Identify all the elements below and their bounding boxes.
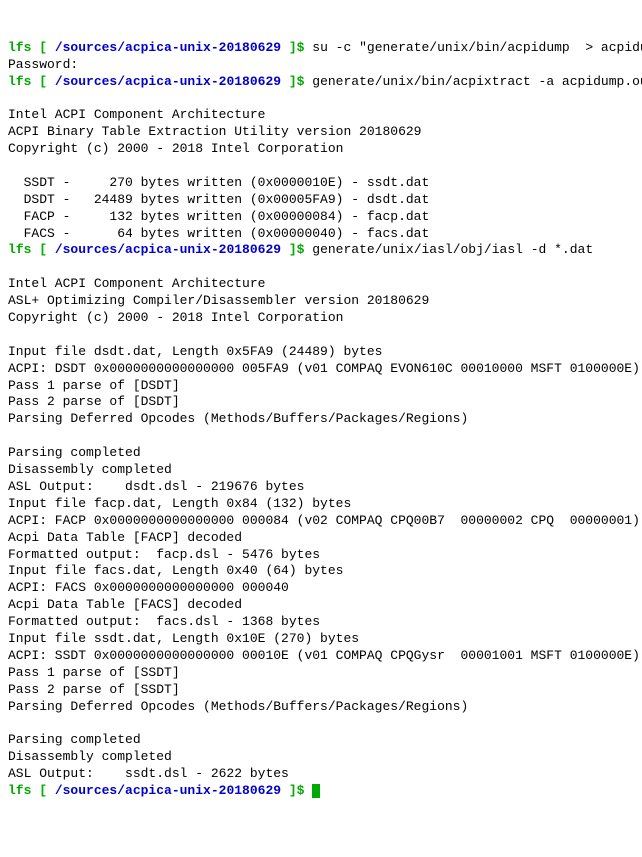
header-util-iasl: ASL+ Optimizing Compiler/Disassembler ve… (8, 293, 429, 308)
password-prompt: Password: (8, 57, 78, 72)
input-ssdt: Input file ssdt.dat, Length 0x10E (270) … (8, 631, 359, 646)
copyright-2: Copyright (c) 2000 - 2018 Intel Corporat… (8, 310, 343, 325)
pass1-dsdt: Pass 1 parse of [DSDT] (8, 378, 180, 393)
header-arch-2: Intel ACPI Component Architecture (8, 276, 265, 291)
command-3: generate/unix/iasl/obj/iasl -d *.dat (312, 242, 593, 257)
acpi-dsdt: ACPI: DSDT 0x0000000000000000 005FA9 (v0… (8, 361, 640, 376)
prompt-user: lfs (8, 40, 31, 55)
output-facs: Formatted output: facs.dsl - 1368 bytes (8, 614, 320, 629)
command-2: generate/unix/bin/acpixtract -a acpidump… (312, 74, 642, 89)
command-1: su -c "generate/unix/bin/acpidump > acpi… (312, 40, 642, 55)
deferred-1: Parsing Deferred Opcodes (Methods/Buffer… (8, 411, 468, 426)
prompt-rb: ]$ (281, 40, 312, 55)
table-line-facs: FACS - 64 bytes written (0x00000040) - f… (8, 226, 429, 241)
acpi-facs: ACPI: FACS 0x0000000000000000 000040 (8, 580, 289, 595)
output-dsdt: ASL Output: dsdt.dsl - 219676 bytes (8, 479, 304, 494)
deferred-2: Parsing Deferred Opcodes (Methods/Buffer… (8, 699, 468, 714)
prompt-4: lfs [ /sources/acpica-unix-20180629 ]$ (8, 783, 312, 798)
parsing-completed-1: Parsing completed (8, 445, 141, 460)
header-util-extract: ACPI Binary Table Extraction Utility ver… (8, 124, 421, 139)
pass2-ssdt: Pass 2 parse of [SSDT] (8, 682, 180, 697)
copyright-1: Copyright (c) 2000 - 2018 Intel Corporat… (8, 141, 343, 156)
pass1-ssdt: Pass 1 parse of [SSDT] (8, 665, 180, 680)
table-line-ssdt: SSDT - 270 bytes written (0x0000010E) - … (8, 175, 429, 190)
header-arch-1: Intel ACPI Component Architecture (8, 107, 265, 122)
table-line-dsdt: DSDT - 24489 bytes written (0x00005FA9) … (8, 192, 429, 207)
input-dsdt: Input file dsdt.dat, Length 0x5FA9 (2448… (8, 344, 382, 359)
decoded-facp: Acpi Data Table [FACP] decoded (8, 530, 242, 545)
terminal-output: lfs [ /sources/acpica-unix-20180629 ]$ s… (8, 40, 634, 800)
table-line-facp: FACP - 132 bytes written (0x00000084) - … (8, 209, 429, 224)
acpi-ssdt: ACPI: SSDT 0x0000000000000000 00010E (v0… (8, 648, 640, 663)
prompt-3: lfs [ /sources/acpica-unix-20180629 ]$ (8, 242, 312, 257)
disasm-completed-2: Disassembly completed (8, 749, 172, 764)
cursor-icon[interactable] (312, 784, 320, 798)
decoded-facs: Acpi Data Table [FACS] decoded (8, 597, 242, 612)
prompt-lb: [ (31, 40, 54, 55)
disasm-completed-1: Disassembly completed (8, 462, 172, 477)
prompt-2: lfs [ /sources/acpica-unix-20180629 ]$ (8, 74, 312, 89)
pass2-dsdt: Pass 2 parse of [DSDT] (8, 394, 180, 409)
output-facp: Formatted output: facp.dsl - 5476 bytes (8, 547, 320, 562)
acpi-facp: ACPI: FACP 0x0000000000000000 000084 (v0… (8, 513, 640, 528)
prompt-path: /sources/acpica-unix-20180629 (55, 40, 281, 55)
input-facp: Input file facp.dat, Length 0x84 (132) b… (8, 496, 351, 511)
input-facs: Input file facs.dat, Length 0x40 (64) by… (8, 563, 343, 578)
prompt-1: lfs [ /sources/acpica-unix-20180629 ]$ (8, 40, 312, 55)
output-ssdt: ASL Output: ssdt.dsl - 2622 bytes (8, 766, 289, 781)
parsing-completed-2: Parsing completed (8, 732, 141, 747)
